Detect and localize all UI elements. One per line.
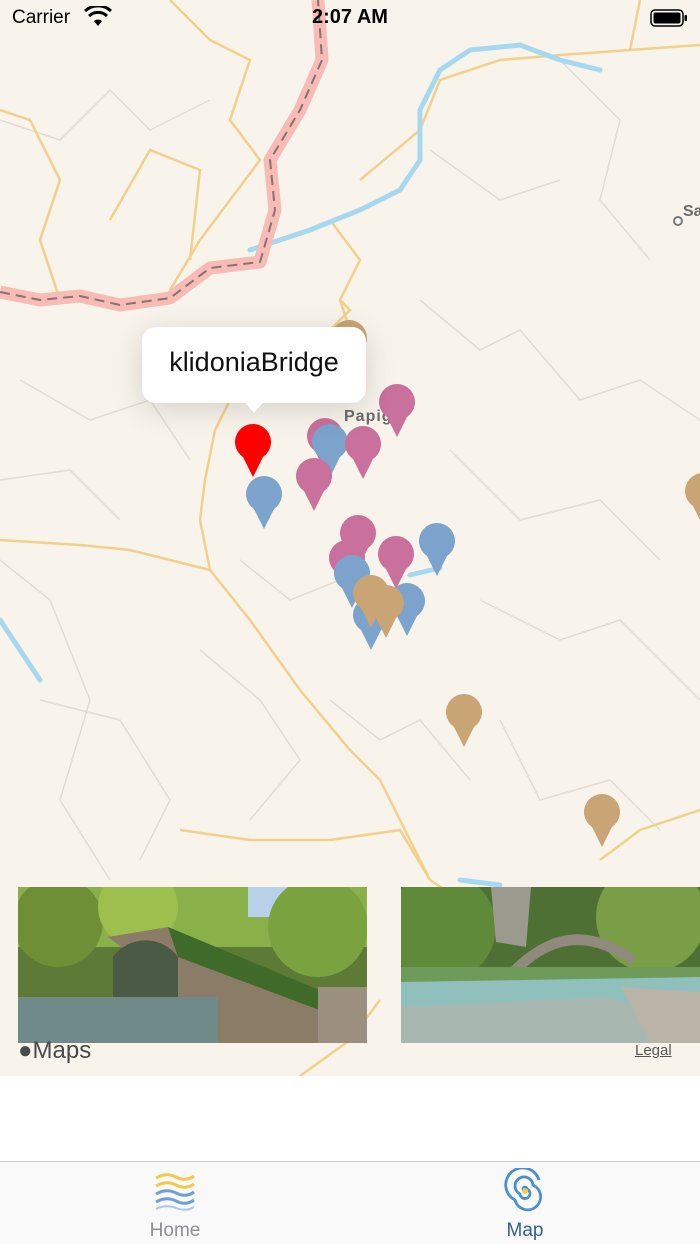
tab-home[interactable]: Home [0,1162,350,1244]
place-label-partial: Sa [683,203,700,220]
place-card-1[interactable] [18,887,367,1043]
tab-map[interactable]: Map [350,1162,700,1244]
place-card-2[interactable] [401,887,700,1043]
tab-home-label: Home [149,1220,201,1241]
callout-title: klidoniaBridge [169,347,339,377]
map-pin-tan[interactable] [367,585,405,639]
spiral-icon [504,1168,542,1212]
status-bar: Carrier 2:07 AM [0,0,700,40]
status-time: 2:07 AM [312,6,388,28]
place-dot [673,216,683,226]
place-photo-2 [401,887,700,1043]
place-photo-1 [18,887,367,1043]
map-view[interactable]: Papigo Sa klidoniaBridge ●Maps Legal [0,0,700,1076]
pin-callout[interactable]: klidoniaBridge [142,327,366,413]
apple-logo-icon: ● [18,1037,33,1064]
legal-link[interactable]: Legal [635,1042,672,1059]
apple-maps-logo: ●Maps [18,1037,92,1064]
waves-icon [155,1173,195,1211]
map-pin-tan[interactable] [684,473,700,527]
map-pin-tan[interactable] [445,694,483,748]
tab-bar: Home Map [0,1161,700,1244]
selected-map-pin[interactable] [234,424,272,478]
map-pin-pink[interactable] [378,384,416,438]
map-pin-pink[interactable] [344,426,382,480]
map-pin-blue[interactable] [418,523,456,577]
callout-tail [242,399,266,413]
map-pin-tan[interactable] [583,794,621,848]
map-pin-pink[interactable] [295,458,333,512]
battery-icon [650,9,687,27]
map-pin-blue[interactable] [245,476,283,530]
tab-map-label: Map [506,1220,544,1241]
